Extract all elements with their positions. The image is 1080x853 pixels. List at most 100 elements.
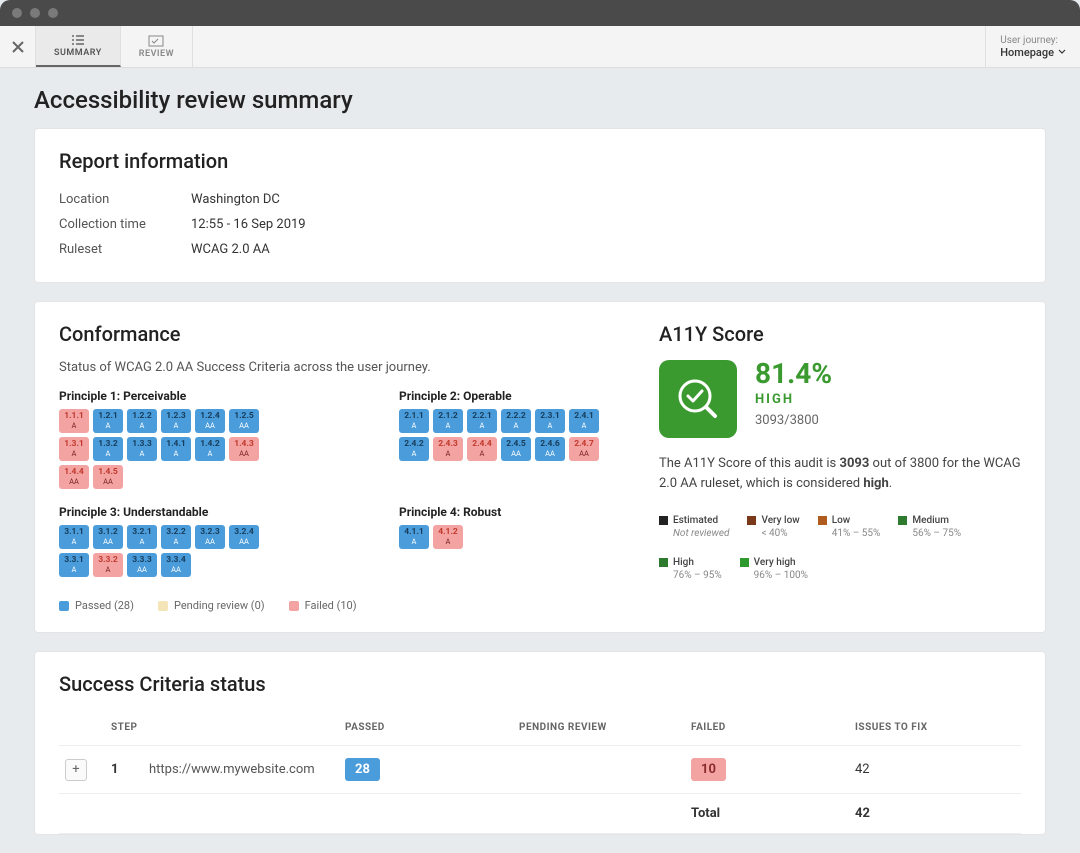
criterion-2.4.4[interactable]: 2.4.4A [467,437,497,461]
criterion-3.1.1[interactable]: 3.1.1A [59,525,89,549]
criterion-3.3.1[interactable]: 3.3.1A [59,553,89,577]
review-icon [148,35,164,47]
location-label: Location [59,192,191,207]
score-heading: A11Y Score [659,322,1021,346]
passed-badge: 28 [345,758,380,781]
criterion-1.2.5[interactable]: 1.2.5AA [229,409,259,433]
info-row: Collection time 12:55 - 16 Sep 2019 [59,212,1021,237]
check-magnify-icon [673,374,723,424]
criterion-2.4.5[interactable]: 2.4.5AA [501,437,531,461]
conformance-heading: Conformance [59,322,619,346]
list-icon [70,34,86,46]
user-journey-selector[interactable]: User journey: Homepage [985,26,1080,67]
status-table: STEP PASSED PENDING REVIEW FAILED ISSUES… [59,710,1021,834]
tab-label: SUMMARY [54,48,102,58]
table-row-total: Total 42 [59,794,1021,834]
tab-summary[interactable]: SUMMARY [36,26,121,67]
criterion-3.2.1[interactable]: 3.2.1A [127,525,157,549]
journey-value: Homepage [1000,46,1066,59]
step-url: https://www.mywebsite.com [149,762,315,777]
score-badge-icon [659,360,737,438]
close-button[interactable] [0,26,36,67]
content: Accessibility review summary Report info… [0,68,1080,835]
app-window: SUMMARY REVIEW User journey: Homepage Ac… [0,0,1080,853]
criterion-2.2.2[interactable]: 2.2.2A [501,409,531,433]
header-pending: PENDING REVIEW [519,722,691,733]
failed-badge: 10 [691,758,726,781]
criterion-4.1.2[interactable]: 4.1.2A [433,525,463,549]
page-title: Accessibility review summary [34,86,1046,114]
criterion-1.2.3[interactable]: 1.2.3A [161,409,191,433]
criterion-3.2.4[interactable]: 3.2.4AA [229,525,259,549]
close-icon [11,40,25,54]
principle-title: Principle 4: Robust [399,505,619,519]
criterion-1.1.1[interactable]: 1.1.1A [59,409,89,433]
criterion-3.3.3[interactable]: 3.3.3AA [127,553,157,577]
score-legend-item: EstimatedNot reviewed [659,515,729,539]
criterion-3.2.3[interactable]: 3.2.3AA [195,525,225,549]
time-value: 12:55 - 16 Sep 2019 [191,217,306,232]
location-value: Washington DC [191,192,280,207]
legend-swatch-pending [158,601,168,611]
score-panel: A11Y Score 81.4% HIGH 3093/ [659,322,1021,612]
criterion-2.4.3[interactable]: 2.4.3A [433,437,463,461]
window-dot[interactable] [12,8,22,18]
criterion-1.2.1[interactable]: 1.2.1A [93,409,123,433]
header-step: STEP [99,722,345,733]
window-dot[interactable] [30,8,40,18]
criterion-1.2.4[interactable]: 1.2.4AA [195,409,225,433]
criterion-1.4.4[interactable]: 1.4.4AA [59,465,89,489]
criterion-2.4.2[interactable]: 2.4.2A [399,437,429,461]
conformance-subtext: Status of WCAG 2.0 AA Success Criteria a… [59,360,619,375]
score-rating: HIGH [755,392,832,407]
legend-swatch-failed [289,601,299,611]
criterion-1.4.5[interactable]: 1.4.5AA [93,465,123,489]
score-legend: EstimatedNot reviewedVery low< 40%Low41%… [659,515,1021,581]
criterion-2.4.6[interactable]: 2.4.6AA [535,437,565,461]
criterion-1.3.3[interactable]: 1.3.3A [127,437,157,461]
criterion-2.2.1[interactable]: 2.2.1A [467,409,497,433]
status-table-card: Success Criteria status STEP PASSED PEND… [34,651,1046,835]
criterion-1.3.1[interactable]: 1.3.1A [59,437,89,461]
criterion-2.4.7[interactable]: 2.4.7AA [569,437,599,461]
header-failed: FAILED [691,722,855,733]
tab-review[interactable]: REVIEW [121,26,193,67]
criterion-1.3.2[interactable]: 1.3.2A [93,437,123,461]
ruleset-value: WCAG 2.0 AA [191,242,270,257]
criterion-1.4.1[interactable]: 1.4.1A [161,437,191,461]
header-issues: ISSUES TO FIX [855,722,975,733]
conformance-score-card: Conformance Status of WCAG 2.0 AA Succes… [34,301,1046,633]
conformance-legend: Passed (28) Pending review (0) Failed (1… [59,599,619,612]
legend-failed: Failed (10) [305,599,357,612]
score-fraction: 3093/3800 [755,413,832,428]
legend-swatch-passed [59,601,69,611]
criterion-3.1.2[interactable]: 3.1.2AA [93,525,123,549]
criterion-3.3.4[interactable]: 3.3.4AA [161,553,191,577]
score-legend-item: High76% – 95% [659,557,722,581]
principle-4: Principle 4: Robust 4.1.1A4.1.2A [399,505,619,587]
expand-button[interactable]: + [65,759,87,781]
toolbar: SUMMARY REVIEW User journey: Homepage [0,26,1080,68]
score-legend-item: Low41% – 55% [818,515,881,539]
criterion-2.3.1[interactable]: 2.3.1A [535,409,565,433]
criterion-1.2.2[interactable]: 1.2.2A [127,409,157,433]
header-passed: PASSED [345,722,519,733]
criterion-2.4.1[interactable]: 2.4.1A [569,409,599,433]
report-info-heading: Report information [59,149,1021,173]
window-dot[interactable] [48,8,58,18]
info-row: Location Washington DC [59,187,1021,212]
criterion-3.3.2[interactable]: 3.3.2A [93,553,123,577]
criterion-1.4.3[interactable]: 1.4.3AA [229,437,259,461]
report-info-card: Report information Location Washington D… [34,128,1046,283]
criterion-1.4.2[interactable]: 1.4.2A [195,437,225,461]
table-row: +1https://www.mywebsite.com281042 [59,746,1021,794]
principle-1: Principle 1: Perceivable 1.1.1A1.2.1A1.2… [59,389,279,499]
table-header: STEP PASSED PENDING REVIEW FAILED ISSUES… [59,710,1021,746]
total-issues: 42 [855,806,975,821]
principle-title: Principle 3: Understandable [59,505,279,519]
criterion-2.1.1[interactable]: 2.1.1A [399,409,429,433]
criterion-3.2.2[interactable]: 3.2.2A [161,525,191,549]
criterion-2.1.2[interactable]: 2.1.2A [433,409,463,433]
issues-value: 42 [855,762,975,777]
criterion-4.1.1[interactable]: 4.1.1A [399,525,429,549]
